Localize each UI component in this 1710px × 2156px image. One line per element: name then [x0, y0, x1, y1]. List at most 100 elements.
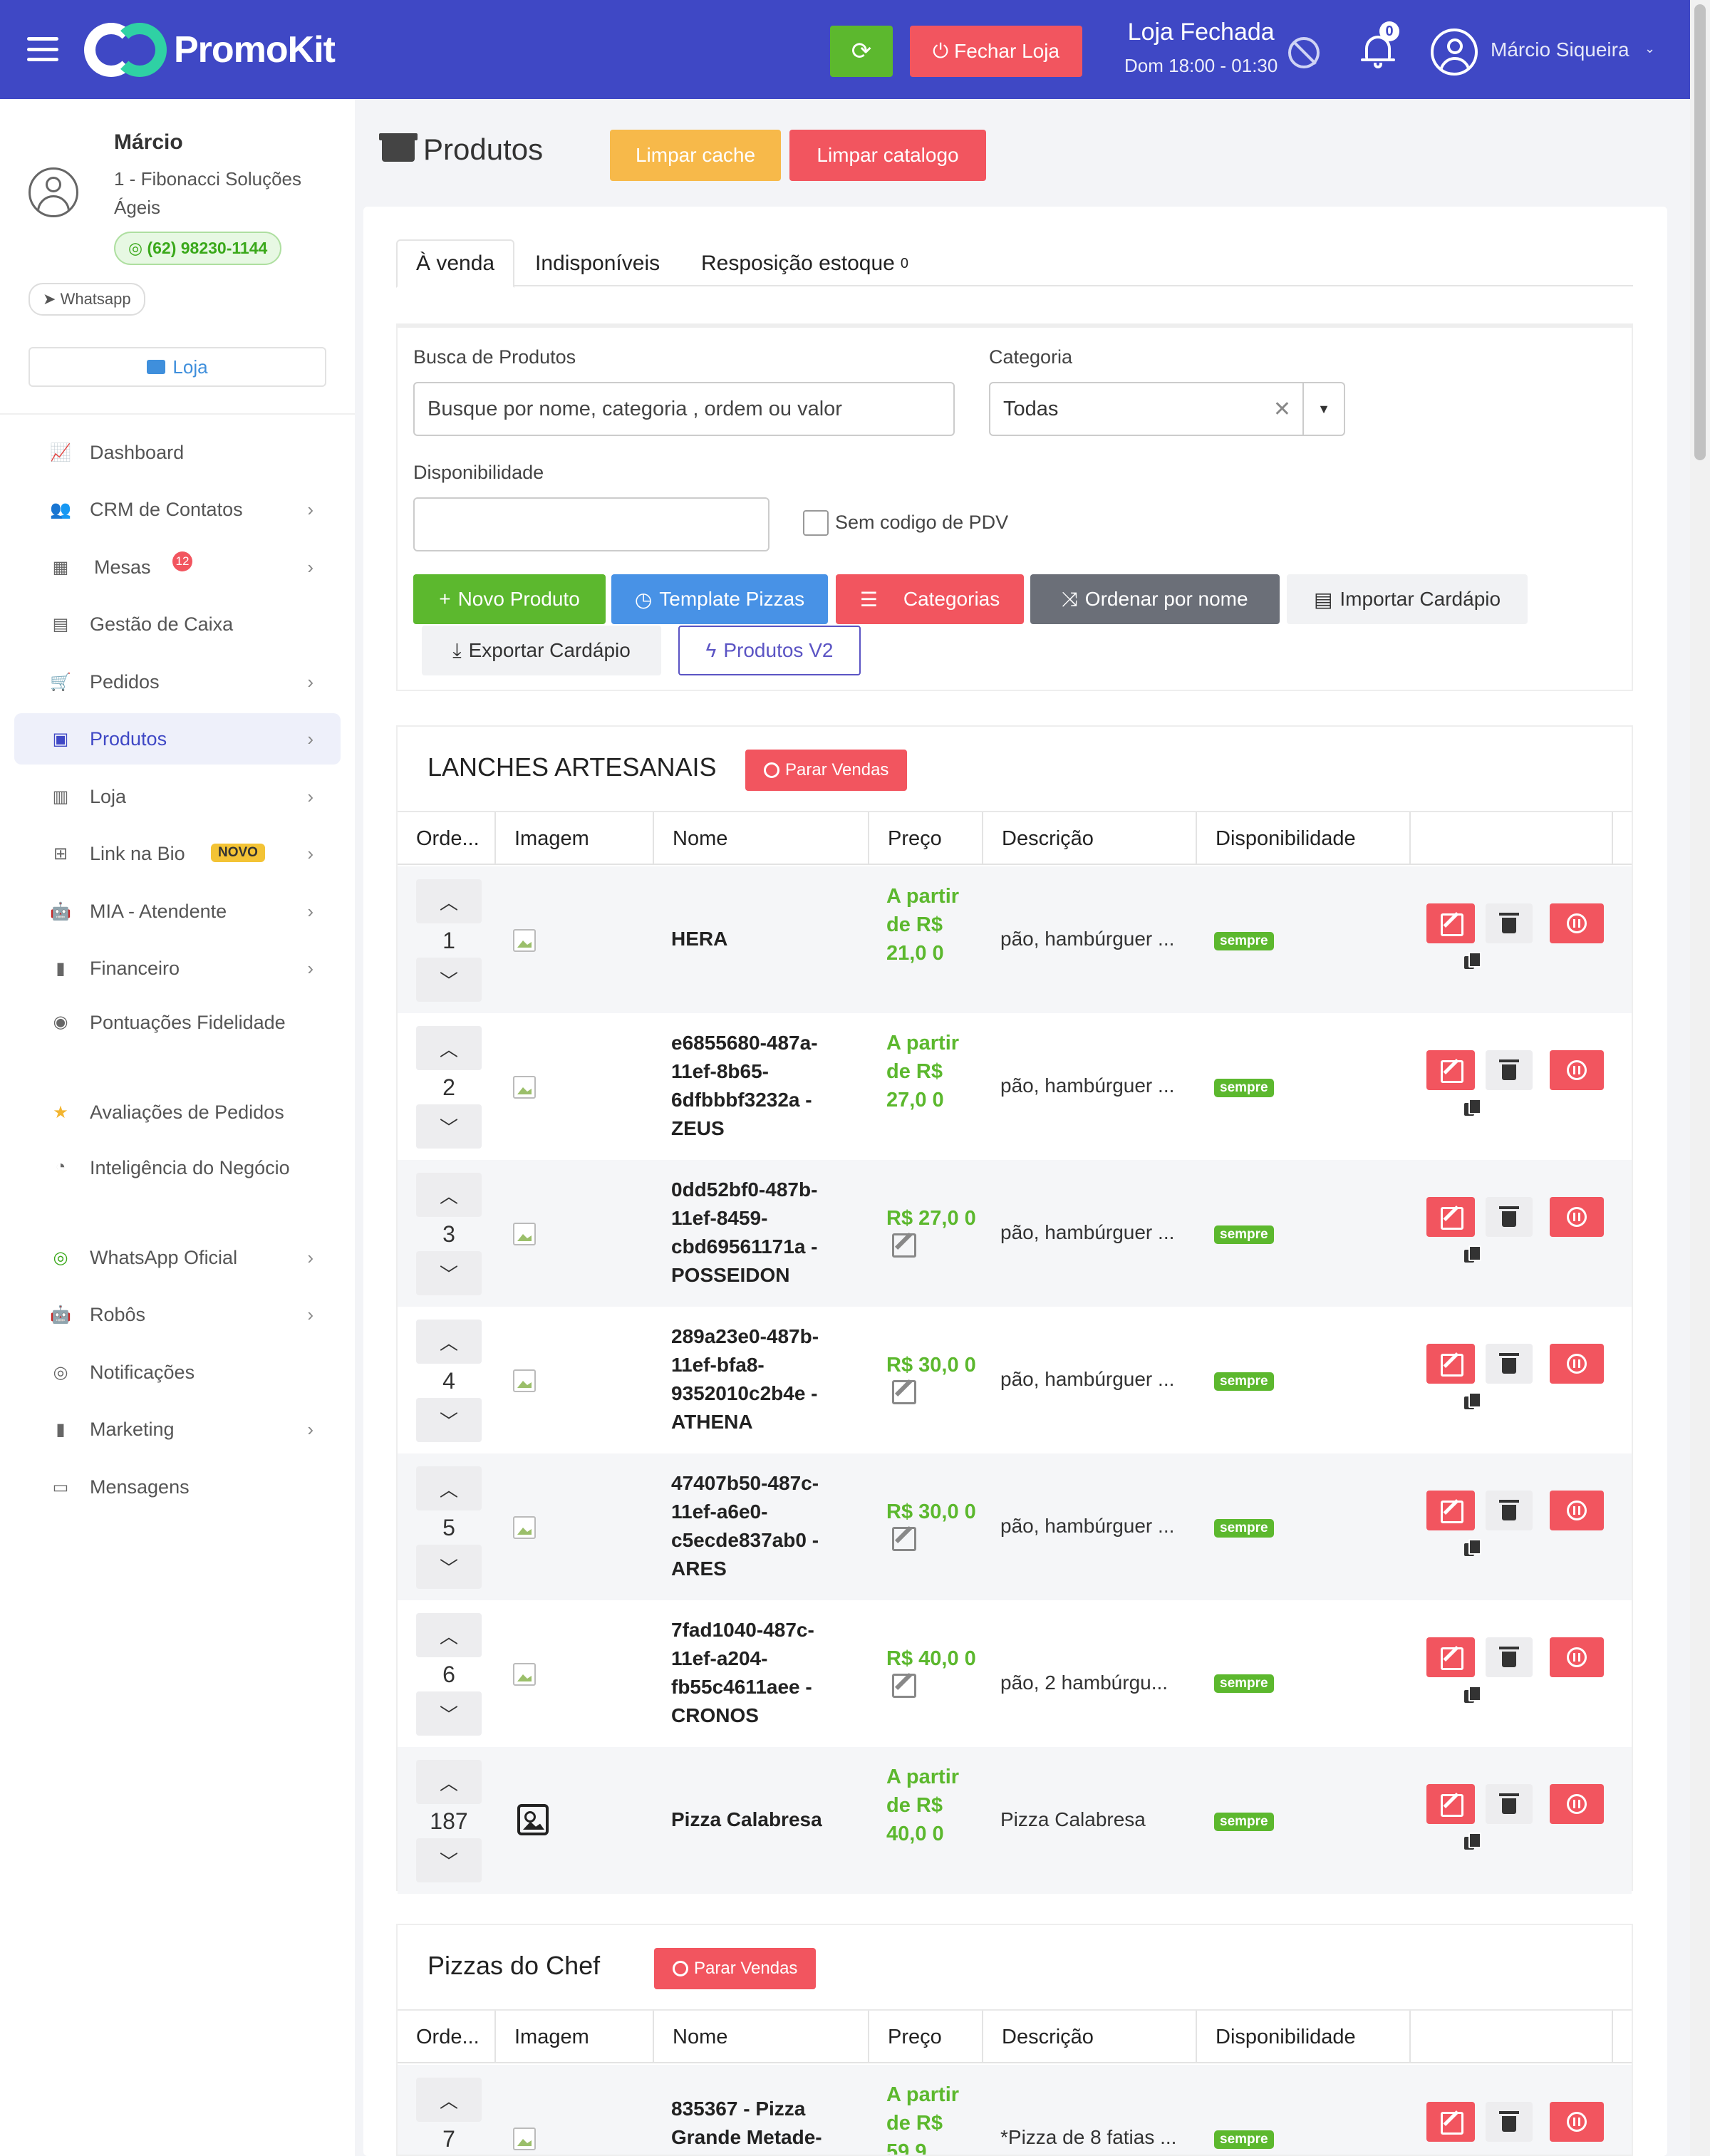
trash-icon[interactable]	[1486, 903, 1533, 943]
copy-icon[interactable]	[1464, 1833, 1481, 1850]
chevron-down-icon[interactable]: ﹀	[416, 1545, 482, 1589]
col-description[interactable]: Descrição	[983, 2011, 1197, 2063]
trash-icon[interactable]	[1486, 1050, 1533, 1090]
sidebar-item-notifications[interactable]: ◎ Notificações	[14, 1347, 341, 1398]
copy-icon[interactable]	[1464, 1539, 1481, 1556]
col-name[interactable]: Nome	[654, 2011, 869, 2063]
edit-icon[interactable]	[1426, 1344, 1475, 1384]
tab-for-sale[interactable]: À venda	[396, 239, 515, 288]
chevron-down-icon[interactable]: ⌄	[1644, 41, 1655, 56]
stop-sales-button[interactable]: Parar Vendas	[654, 1948, 817, 1989]
new-product-button[interactable]: + Novo Produto	[413, 574, 606, 624]
sidebar-item-marketing[interactable]: ▮ Marketing ›	[14, 1404, 341, 1455]
refresh-button[interactable]: ⟳	[830, 26, 893, 77]
edit-icon[interactable]	[1426, 1050, 1475, 1090]
sidebar-item-cash[interactable]: ▤ Gestão de Caixa	[14, 598, 341, 650]
pause-icon[interactable]	[1550, 903, 1604, 943]
col-order[interactable]: Orde...	[398, 2011, 496, 2063]
page-scrollbar[interactable]	[1690, 0, 1710, 2156]
col-order[interactable]: Orde...	[398, 812, 496, 865]
sidebar-item-whatsapp[interactable]: ◎ WhatsApp Oficial ›	[14, 1232, 341, 1283]
trash-icon[interactable]	[1486, 1491, 1533, 1530]
sidebar-item-bi[interactable]: ◔ Inteligência do Negócio	[14, 1144, 341, 1215]
sidebar-item-mia[interactable]: 🤖 MIA - Atendente ›	[14, 886, 341, 937]
export-menu-button[interactable]: ⤓ Exportar Cardápio	[422, 626, 661, 675]
no-pdv-checkbox[interactable]	[803, 510, 829, 536]
tab-restock[interactable]: Resposição estoque 0	[701, 239, 908, 288]
category-select[interactable]: Todas ✕ ▼	[989, 382, 1345, 436]
chevron-up-icon[interactable]: ︿	[416, 1173, 482, 1217]
col-image[interactable]: Imagem	[496, 812, 654, 865]
col-description[interactable]: Descrição	[983, 812, 1197, 865]
template-pizzas-button[interactable]: ◷ Template Pizzas	[611, 574, 828, 624]
edit-price-icon[interactable]	[892, 1233, 916, 1258]
edit-icon[interactable]	[1426, 903, 1475, 943]
sidebar-item-messages[interactable]: ▭ Mensagens	[14, 1461, 341, 1513]
copy-icon[interactable]	[1464, 952, 1481, 969]
clear-icon[interactable]: ✕	[1273, 397, 1291, 422]
col-name[interactable]: Nome	[654, 812, 869, 865]
store-button[interactable]: Loja	[28, 347, 326, 387]
user-avatar-icon[interactable]	[1431, 28, 1478, 76]
pause-icon[interactable]	[1550, 1491, 1604, 1530]
phone-badge[interactable]: ◎ (62) 98230-1144	[114, 232, 282, 265]
sidebar-item-robots[interactable]: 🤖 Robôs ›	[14, 1289, 341, 1340]
close-store-button[interactable]: ⏻ Fechar Loja	[910, 26, 1082, 77]
col-price[interactable]: Preço	[869, 2011, 983, 2063]
sidebar-item-reviews[interactable]: ★ Avaliações de Pedidos	[14, 1087, 341, 1138]
trash-icon[interactable]	[1486, 2102, 1533, 2142]
copy-icon[interactable]	[1464, 1686, 1481, 1703]
edit-price-icon[interactable]	[892, 1527, 916, 1551]
sidebar-item-link-bio[interactable]: ⊞ Link na Bio NOVO ›	[14, 828, 341, 879]
stop-sales-button[interactable]: Parar Vendas	[745, 750, 908, 791]
chevron-down-icon[interactable]: ﹀	[416, 1838, 482, 1882]
edit-icon[interactable]	[1426, 2102, 1475, 2142]
chevron-down-icon[interactable]: ﹀	[416, 1251, 482, 1295]
sidebar-item-crm[interactable]: 👥 CRM de Contatos ›	[14, 484, 341, 535]
sidebar-item-finance[interactable]: ▮ Financeiro ›	[14, 943, 341, 994]
sidebar-item-store[interactable]: ▥ Loja ›	[14, 771, 341, 822]
edit-price-icon[interactable]	[892, 1674, 916, 1698]
chevron-down-icon[interactable]: ﹀	[416, 1398, 482, 1442]
menu-icon[interactable]	[27, 37, 58, 61]
trash-icon[interactable]	[1486, 1784, 1533, 1824]
pause-icon[interactable]	[1550, 1784, 1604, 1824]
trash-icon[interactable]	[1486, 1637, 1533, 1677]
edit-price-icon[interactable]	[892, 1380, 916, 1404]
chevron-down-icon[interactable]: ﹀	[416, 1104, 482, 1149]
edit-icon[interactable]	[1426, 1784, 1475, 1824]
sidebar-item-loyalty[interactable]: ◉ Pontuações Fidelidade	[14, 998, 341, 1069]
pause-icon[interactable]	[1550, 1637, 1604, 1677]
chevron-down-icon[interactable]: ﹀	[416, 1691, 482, 1736]
categories-button[interactable]: ☰ Categorias	[836, 574, 1024, 624]
sidebar-item-dashboard[interactable]: 📈 Dashboard	[14, 427, 341, 478]
caret-down-icon[interactable]: ▼	[1302, 383, 1344, 435]
trash-icon[interactable]	[1486, 1197, 1533, 1237]
sidebar-item-mesas[interactable]: ▦ Mesas 12 ›	[14, 541, 341, 593]
import-menu-button[interactable]: ▤ Importar Cardápio	[1287, 574, 1528, 624]
brand-logo[interactable]: PromoKit	[84, 23, 336, 77]
pause-icon[interactable]	[1550, 1344, 1604, 1384]
user-menu-name[interactable]: Márcio Siqueira	[1491, 38, 1629, 61]
chevron-up-icon[interactable]: ︿	[416, 2078, 482, 2122]
chevron-up-icon[interactable]: ︿	[416, 1320, 482, 1364]
chevron-up-icon[interactable]: ︿	[416, 1026, 482, 1070]
sidebar-item-orders[interactable]: 🛒 Pedidos ›	[14, 656, 341, 708]
chevron-down-icon[interactable]: ﹀	[416, 958, 482, 1002]
chevron-up-icon[interactable]: ︿	[416, 1466, 482, 1510]
chevron-up-icon[interactable]: ︿	[416, 1760, 482, 1804]
pause-icon[interactable]	[1550, 1197, 1604, 1237]
chevron-up-icon[interactable]: ︿	[416, 879, 482, 923]
clear-catalog-button[interactable]: Limpar catalogo	[789, 130, 986, 181]
pause-icon[interactable]	[1550, 1050, 1604, 1090]
clear-cache-button[interactable]: Limpar cache	[610, 130, 781, 181]
order-by-name-button[interactable]: ⤨ Ordenar por nome	[1030, 574, 1280, 624]
col-availability[interactable]: Disponibilidade	[1197, 2011, 1411, 2063]
search-input[interactable]: Busque por nome, categoria , ordem ou va…	[413, 382, 955, 436]
col-image[interactable]: Imagem	[496, 2011, 654, 2063]
availability-select[interactable]	[413, 497, 770, 551]
edit-icon[interactable]	[1426, 1637, 1475, 1677]
col-price[interactable]: Preço	[869, 812, 983, 865]
sidebar-item-products[interactable]: ▣ Produtos ›	[14, 713, 341, 765]
copy-icon[interactable]	[1464, 1099, 1481, 1116]
